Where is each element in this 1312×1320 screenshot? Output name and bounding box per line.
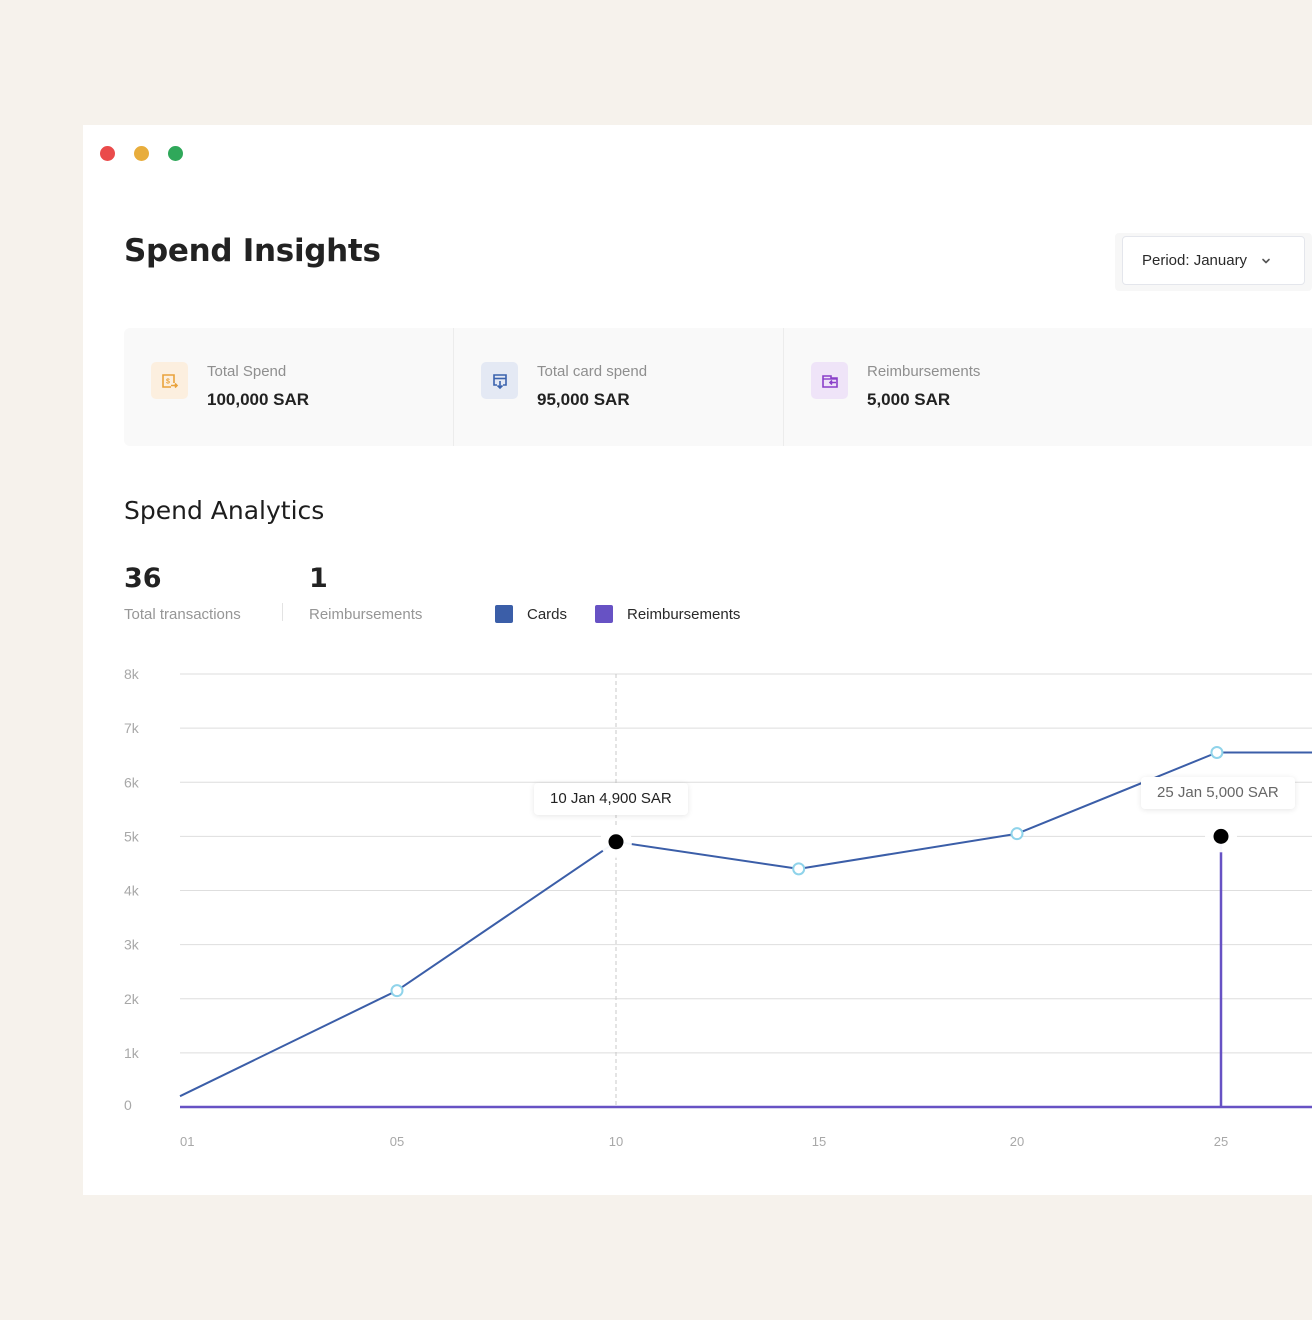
- x-tick-label: 25: [1214, 1134, 1228, 1149]
- chart-tooltip: 10 Jan 4,900 SAR: [534, 782, 688, 815]
- y-tick-label: 8k: [124, 666, 140, 682]
- y-tick-label: 2k: [124, 991, 140, 1007]
- x-tick-label: 05: [390, 1134, 404, 1149]
- highlight-point: [608, 834, 624, 850]
- y-tick-label: 1k: [124, 1045, 140, 1061]
- x-tick-label: 10: [609, 1134, 623, 1149]
- y-tick-label: 0: [124, 1097, 132, 1113]
- series-line-reimbursements: [180, 835, 1312, 1109]
- tooltip-text: 10 Jan 4,900 SAR: [550, 789, 672, 807]
- highlight-point: [1213, 828, 1229, 844]
- data-point-marker: [1210, 745, 1224, 759]
- data-point-marker: [390, 984, 404, 998]
- data-point-marker: [792, 862, 806, 876]
- y-tick-label: 5k: [124, 828, 140, 844]
- x-tick-label: 15: [812, 1134, 826, 1149]
- chart-tooltip: 25 Jan 5,000 SAR: [1141, 777, 1295, 810]
- y-tick-label: 3k: [124, 937, 140, 953]
- y-tick-label: 6k: [124, 774, 140, 790]
- x-tick-label: 20: [1010, 1134, 1024, 1149]
- tooltip-text: 25 Jan 5,000 SAR: [1157, 784, 1279, 802]
- data-point-marker: [1010, 827, 1024, 841]
- app-window: Spend Insights Period: January $ Total S…: [83, 125, 1312, 1195]
- y-tick-label: 7k: [124, 720, 140, 736]
- y-tick-label: 4k: [124, 883, 140, 899]
- x-tick-label: 01: [180, 1134, 194, 1149]
- spend-line-chart: 0 1k 2k 3k 4k 5k 6k 7k 8k 01 05 10 15 20 25: [124, 666, 1312, 1149]
